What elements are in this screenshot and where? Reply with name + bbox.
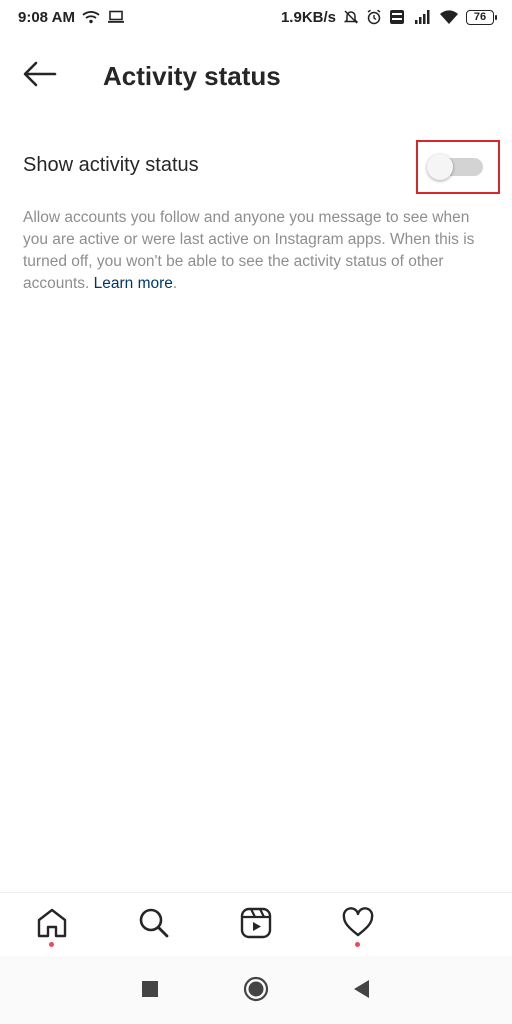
volte-icon [389, 9, 405, 25]
nav-home[interactable] [32, 907, 72, 947]
nav-home-notification-dot [49, 942, 54, 947]
header: Activity status [0, 48, 512, 104]
mute-icon [343, 9, 359, 25]
back-button[interactable] [22, 60, 58, 92]
alarm-icon [366, 9, 382, 25]
nav-search[interactable] [133, 907, 173, 947]
status-bar: 9:08 AM 1.9KB/s 76 [0, 0, 512, 34]
battery-icon: 76 [466, 9, 497, 25]
toggle-knob [427, 154, 453, 180]
home-circle-icon [243, 976, 269, 1007]
system-home-button[interactable] [241, 976, 271, 1006]
bottom-nav [0, 892, 512, 955]
status-bar-right: 1.9KB/s 76 [280, 8, 497, 26]
nav-activity-notification-dot [355, 942, 360, 947]
system-back-button[interactable] [346, 976, 376, 1006]
description-text: Allow accounts you follow and anyone you… [23, 209, 475, 292]
search-icon [136, 907, 170, 944]
status-bar-left: 9:08 AM [18, 9, 125, 26]
network-speed: 1.9KB/s [280, 8, 336, 26]
status-time: 9:08 AM [18, 8, 75, 26]
wifi-icon [82, 10, 100, 24]
activity-status-toggle[interactable] [427, 154, 485, 180]
nav-activity[interactable] [338, 907, 378, 947]
setting-label: Show activity status [23, 154, 199, 176]
description-period: . [172, 275, 178, 292]
setting-description: Allow accounts you follow and anyone you… [23, 207, 489, 295]
nav-reels[interactable] [236, 907, 276, 947]
heart-icon [341, 907, 375, 944]
recents-square-icon [141, 980, 159, 1003]
recents-button[interactable] [135, 976, 165, 1006]
battery-level: 76 [473, 11, 487, 23]
screen: 9:08 AM 1.9KB/s 76 Activity status Show … [0, 0, 512, 1024]
page-title: Activity status [103, 61, 281, 91]
arrow-left-icon [23, 61, 57, 92]
signal-icon [412, 9, 432, 25]
back-triangle-icon [352, 979, 370, 1004]
home-icon [35, 907, 69, 944]
setting-row-activity-status: Show activity status [0, 140, 512, 194]
system-nav-bar [0, 956, 512, 1024]
wifi-icon [439, 9, 459, 25]
reels-icon [239, 907, 273, 944]
laptop-icon [107, 10, 125, 24]
learn-more-link[interactable]: Learn more [94, 275, 173, 292]
